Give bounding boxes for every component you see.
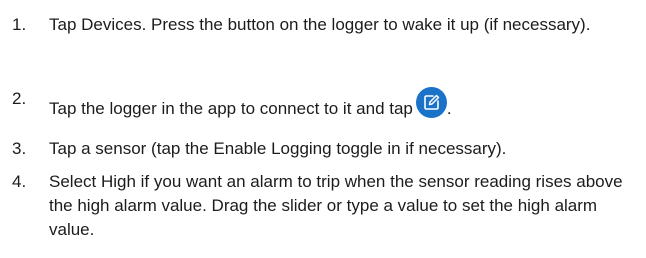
instruction-steps: 1. Tap Devices. Press the button on the … — [0, 0, 646, 258]
step-text: Tap Devices. Press the button on the log… — [49, 15, 591, 34]
edit-icon — [415, 87, 447, 118]
step-number: 3. — [12, 139, 27, 158]
edit-icon-glyph — [424, 94, 440, 110]
step-text: Select High if you want an alarm to trip… — [49, 172, 623, 239]
step-number: 1. — [12, 15, 27, 34]
step-text: Tap a sensor (tap the Enable Logging tog… — [49, 139, 507, 158]
step-text-before-icon: Tap the logger in the app to connect to … — [49, 99, 413, 118]
step-number: 4. — [12, 172, 27, 191]
step-text: Tap the logger in the app to connect to … — [49, 87, 629, 121]
step-text-after-icon: . — [446, 99, 452, 118]
step-number: 2. — [12, 89, 27, 108]
